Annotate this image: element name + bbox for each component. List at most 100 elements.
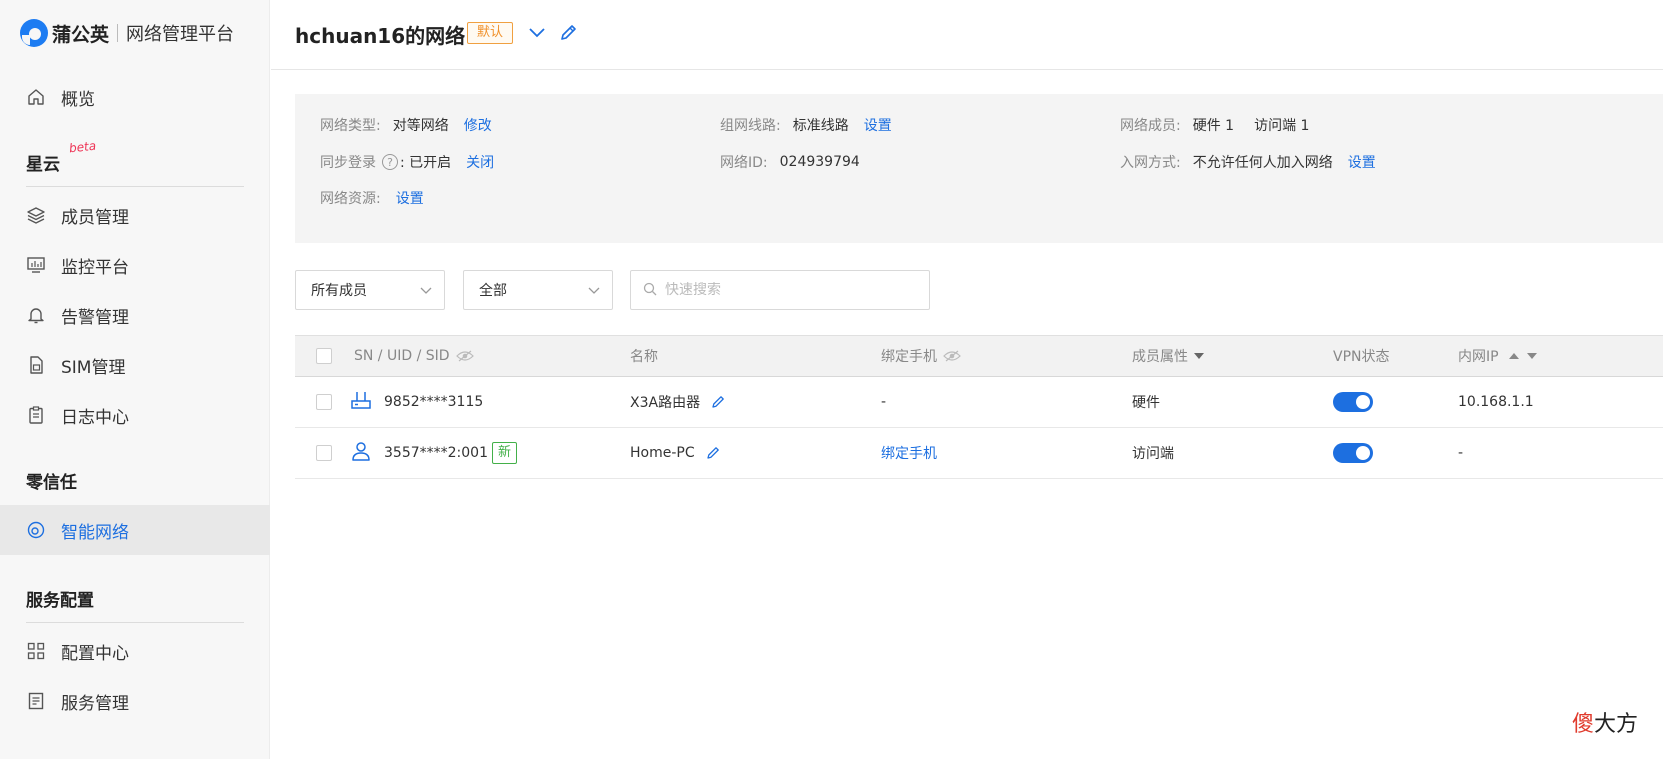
sidebar-item-label: 概览 [61, 89, 95, 110]
sidebar-item-label: 智能网络 [61, 522, 129, 543]
home-icon [26, 87, 46, 107]
search-icon [643, 281, 657, 300]
info-key: 网络类型: [320, 118, 381, 134]
eye-hidden-icon[interactable] [455, 350, 474, 362]
vpn-toggle[interactable] [1333, 392, 1373, 412]
ip-value: 10.168.1.1 [1458, 394, 1534, 410]
bell-icon [26, 305, 46, 325]
document-list-icon [26, 691, 46, 711]
sidebar-item-smart-network[interactable]: 智能网络 [0, 505, 270, 555]
column-header-label: 内网IP [1458, 349, 1499, 365]
eye-hidden-icon[interactable] [943, 350, 961, 362]
sidebar-item-label: 告警管理 [61, 307, 129, 328]
info-key: 网络ID: [720, 155, 768, 171]
vpn-cell [1333, 377, 1373, 427]
sidebar-item-label: 监控平台 [61, 257, 129, 278]
vpn-cell [1333, 428, 1373, 478]
info-network-id: 网络ID: 024939794 [720, 152, 860, 172]
sidebar-item-label: 配置中心 [61, 643, 129, 664]
chevron-down-icon [420, 284, 432, 296]
select-all-checkbox[interactable] [316, 348, 332, 364]
sidebar-item-label: 日志中心 [61, 407, 129, 428]
section-title-zero-trust: 零信任 [26, 473, 77, 493]
join-settings-link[interactable]: 设置 [1348, 152, 1376, 172]
sidebar-item-members[interactable]: 成员管理 [0, 190, 270, 240]
search-box[interactable] [630, 270, 930, 310]
bind-phone-link[interactable]: 绑定手机 [881, 443, 937, 463]
section-divider [26, 622, 244, 623]
column-header-label: 成员属性 [1132, 349, 1188, 365]
modify-network-type-link[interactable]: 修改 [464, 115, 492, 135]
device-name: X3A路由器 [630, 395, 701, 411]
column-header-label: 名称 [630, 349, 658, 365]
device-id: 9852****3115 [384, 394, 484, 410]
device-id: 3557****2:001 [384, 445, 488, 461]
phone-cell: - [881, 377, 886, 427]
watermark-text: 大方 [1594, 712, 1639, 737]
network-title: hchuan16的网络 [295, 24, 466, 48]
resources-settings-link[interactable]: 设置 [396, 188, 424, 208]
search-input[interactable] [665, 282, 905, 298]
sort-asc-icon[interactable] [1508, 348, 1519, 364]
phone-cell: 绑定手机 [881, 428, 937, 478]
sidebar-item-logs[interactable]: 日志中心 [0, 390, 270, 440]
section-title-xingyun: 星云 [26, 155, 60, 175]
type-filter-select[interactable]: 全部 [463, 270, 613, 310]
network-orbit-icon [26, 520, 46, 540]
info-value: : 已开启 [400, 155, 452, 171]
device-name-cell: X3A路由器 [630, 377, 726, 427]
info-value: 访问端 1 [1254, 118, 1310, 134]
help-icon[interactable]: ? [382, 154, 398, 170]
monitor-icon [26, 255, 46, 275]
select-value: 所有成员 [311, 283, 367, 299]
phone-value: - [881, 394, 887, 410]
sidebar-item-overview[interactable]: 概览 [0, 72, 270, 122]
sidebar-item-label: 成员管理 [61, 207, 129, 228]
member-filter-select[interactable]: 所有成员 [295, 270, 445, 310]
info-members: 网络成员: 硬件 1 访问端 1 [1120, 115, 1309, 135]
info-key: 入网方式: [1120, 155, 1181, 171]
table-header: SN / UID / SID 名称 绑定手机 成员属性 VPN状态 内网IP [295, 335, 1663, 377]
info-value: 024939794 [779, 154, 860, 170]
vpn-toggle[interactable] [1333, 443, 1373, 463]
sidebar-item-sim[interactable]: SIM管理 [0, 340, 270, 390]
info-sync-login: 同步登录 ? : 已开启 关闭 [320, 152, 494, 172]
edit-pencil-icon[interactable] [705, 445, 721, 461]
sort-desc-icon[interactable] [1526, 348, 1537, 364]
column-header-label: SN / UID / SID [354, 348, 450, 364]
row-checkbox[interactable] [316, 445, 332, 461]
sidebar-item-monitor[interactable]: 监控平台 [0, 240, 270, 290]
column-header-sn[interactable]: SN / UID / SID [354, 336, 474, 376]
layers-icon [26, 205, 46, 225]
router-icon [350, 389, 372, 415]
edit-pencil-icon[interactable] [710, 394, 726, 410]
logo-divider [117, 24, 119, 42]
info-key: 组网线路: [720, 118, 781, 134]
line-settings-link[interactable]: 设置 [864, 115, 892, 135]
ip-cell: 10.168.1.1 [1458, 377, 1534, 427]
app-logo[interactable]: 蒲公英 网络管理平台 [20, 18, 234, 48]
column-header-vpn: VPN状态 [1333, 336, 1390, 376]
filter-triangle-icon[interactable] [1194, 348, 1204, 364]
chevron-down-icon [588, 284, 600, 296]
row-checkbox[interactable] [316, 394, 332, 410]
sidebar-item-label: SIM管理 [61, 357, 126, 378]
grid-icon [26, 641, 46, 661]
sidebar-item-service-manage[interactable]: 服务管理 [0, 676, 270, 726]
sidebar-item-label: 服务管理 [61, 693, 129, 714]
disable-sync-login-link[interactable]: 关闭 [466, 152, 494, 172]
clipboard-icon [26, 405, 46, 425]
chevron-down-icon[interactable] [526, 22, 548, 44]
network-info-panel: 网络类型: 对等网络 修改 同步登录 ? : 已开启 关闭 网络资源: 设置 组… [295, 94, 1663, 243]
column-header-label: 绑定手机 [881, 349, 937, 365]
column-header-attr[interactable]: 成员属性 [1132, 336, 1204, 376]
column-header-phone[interactable]: 绑定手机 [881, 336, 961, 376]
device-name: Home-PC [630, 445, 695, 461]
sidebar-item-alerts[interactable]: 告警管理 [0, 290, 270, 340]
sidebar-item-config-center[interactable]: 配置中心 [0, 626, 270, 676]
members-table: SN / UID / SID 名称 绑定手机 成员属性 VPN状态 内网IP 9… [295, 335, 1663, 479]
info-line: 组网线路: 标准线路 设置 [720, 115, 892, 135]
column-header-ip[interactable]: 内网IP [1458, 336, 1537, 376]
edit-name-icon[interactable] [557, 22, 579, 44]
select-value: 全部 [479, 283, 507, 299]
